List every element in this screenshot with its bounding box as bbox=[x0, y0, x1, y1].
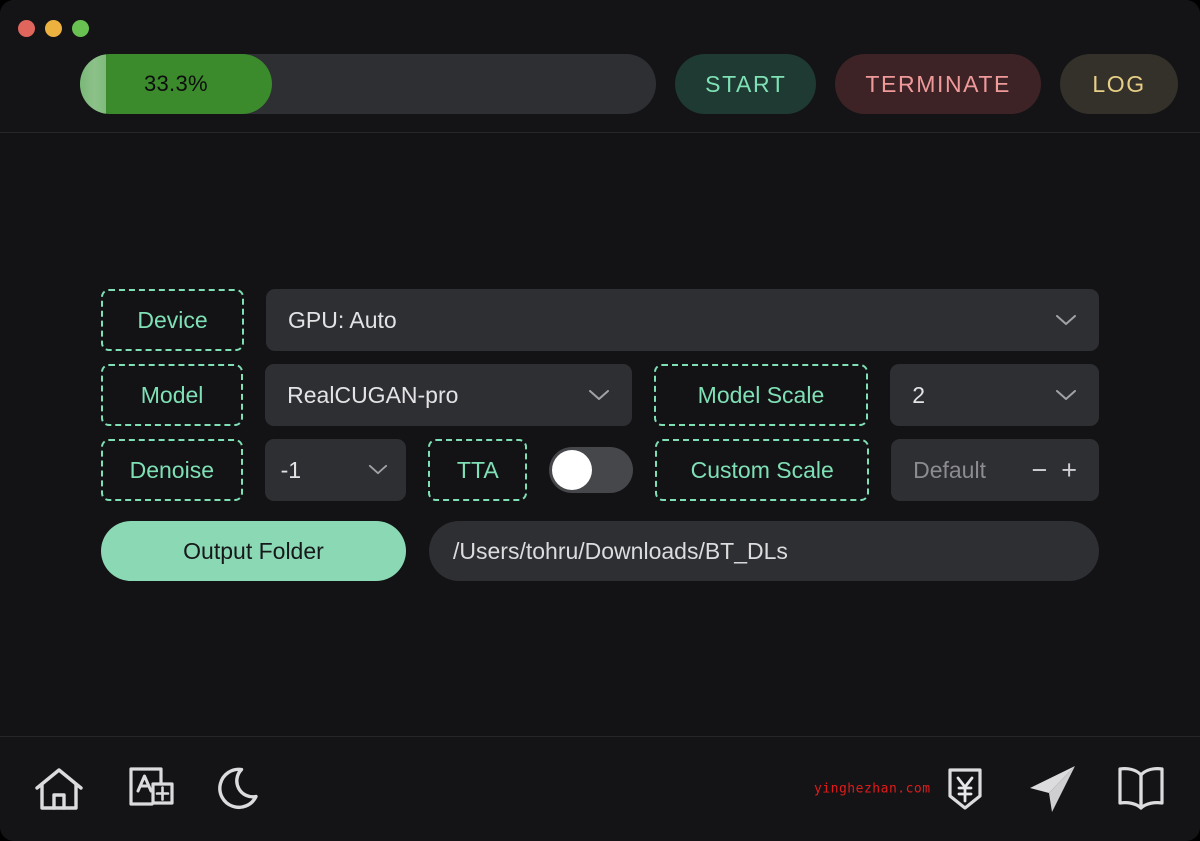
model-select[interactable]: RealCUGAN-pro bbox=[265, 364, 632, 426]
increment-button[interactable]: + bbox=[1061, 456, 1077, 484]
device-select[interactable]: GPU: Auto bbox=[266, 289, 1099, 351]
stepper-controls: − + bbox=[1031, 456, 1077, 484]
watermark-text: yinghezhan.com bbox=[814, 781, 931, 797]
denoise-label[interactable]: Denoise bbox=[101, 439, 243, 501]
toggle-knob bbox=[552, 450, 593, 490]
custom-scale-stepper[interactable]: Default − + bbox=[891, 439, 1099, 501]
row-output-folder: Output Folder /Users/tohru/Downloads/BT_… bbox=[101, 521, 1099, 581]
top-toolbar: 33.3% START TERMINATE LOG bbox=[0, 53, 1200, 115]
denoise-value: -1 bbox=[280, 456, 302, 483]
denoise-select[interactable]: -1 bbox=[264, 439, 407, 501]
title-bar: 33.3% START TERMINATE LOG bbox=[0, 0, 1200, 133]
minimize-button[interactable] bbox=[45, 20, 62, 37]
home-icon[interactable] bbox=[28, 758, 90, 820]
chevron-down-icon bbox=[1055, 389, 1077, 401]
bottom-toolbar: yinghezhan.com bbox=[0, 736, 1200, 841]
start-button[interactable]: START bbox=[675, 54, 817, 114]
traffic-lights bbox=[18, 20, 89, 37]
row-model: Model RealCUGAN-pro Model Scale 2 bbox=[101, 364, 1099, 426]
chevron-down-icon bbox=[588, 389, 610, 401]
progress-fill: 33.3% bbox=[80, 54, 272, 114]
row-denoise: Denoise -1 TTA Custom Scale Default − + bbox=[101, 439, 1099, 501]
log-button[interactable]: LOG bbox=[1060, 54, 1178, 114]
output-folder-button[interactable]: Output Folder bbox=[101, 521, 406, 581]
settings-form: Device GPU: Auto Model RealCUGAN-pro Mod… bbox=[101, 289, 1099, 581]
translate-icon[interactable] bbox=[120, 758, 182, 820]
app-window: 33.3% START TERMINATE LOG Device GPU: Au… bbox=[0, 0, 1200, 841]
custom-scale-value: Default bbox=[913, 456, 986, 483]
close-button[interactable] bbox=[18, 20, 35, 37]
bottom-right-icons: yinghezhan.com bbox=[814, 758, 1172, 820]
output-folder-path[interactable]: /Users/tohru/Downloads/BT_DLs bbox=[429, 521, 1099, 581]
model-value: RealCUGAN-pro bbox=[287, 381, 459, 408]
moon-icon[interactable] bbox=[212, 758, 274, 820]
donate-yen-icon[interactable] bbox=[934, 758, 996, 820]
send-icon[interactable] bbox=[1022, 758, 1084, 820]
book-icon[interactable] bbox=[1110, 758, 1172, 820]
chevron-down-icon bbox=[1055, 314, 1077, 326]
tta-label[interactable]: TTA bbox=[428, 439, 528, 501]
tta-toggle[interactable] bbox=[549, 447, 634, 493]
decrement-button[interactable]: − bbox=[1031, 456, 1047, 484]
main-content: Device GPU: Auto Model RealCUGAN-pro Mod… bbox=[0, 133, 1200, 735]
progress-bar: 33.3% bbox=[80, 54, 657, 114]
model-scale-value: 2 bbox=[912, 381, 926, 408]
zoom-button[interactable] bbox=[72, 20, 89, 37]
device-label[interactable]: Device bbox=[101, 289, 244, 351]
terminate-button[interactable]: TERMINATE bbox=[835, 54, 1041, 114]
model-scale-label[interactable]: Model Scale bbox=[653, 364, 869, 426]
row-device: Device GPU: Auto bbox=[101, 289, 1099, 351]
device-value: GPU: Auto bbox=[288, 306, 397, 333]
model-label[interactable]: Model bbox=[101, 364, 244, 426]
custom-scale-label[interactable]: Custom Scale bbox=[655, 439, 870, 501]
model-scale-select[interactable]: 2 bbox=[890, 364, 1099, 426]
bottom-left-icons bbox=[28, 758, 274, 820]
progress-label: 33.3% bbox=[143, 71, 208, 96]
chevron-down-icon bbox=[368, 464, 390, 476]
